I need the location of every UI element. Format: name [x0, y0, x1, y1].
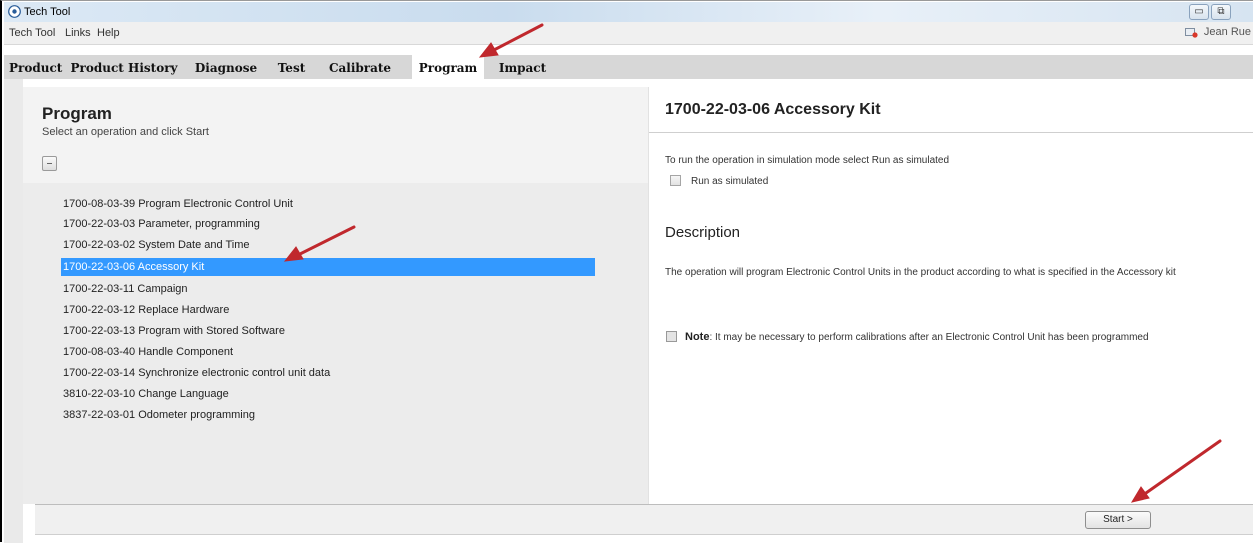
description-heading: Description — [665, 224, 741, 241]
footer-bar: Start > — [35, 504, 1253, 535]
user-area[interactable]: Jean Rue — [1184, 26, 1251, 38]
tab-product[interactable]: Product — [9, 55, 62, 79]
operation-item[interactable]: 1700-22-03-02 System Date and Time — [63, 236, 250, 254]
run-as-simulated-checkbox[interactable] — [670, 175, 681, 186]
user-name: Jean Rue — [1203, 26, 1251, 38]
operation-item[interactable]: 1700-08-03-40 Handle Component — [63, 343, 233, 361]
description-text: The operation will program Electronic Co… — [665, 267, 1176, 278]
tab-product-history[interactable]: Product History — [68, 55, 180, 79]
menu-links[interactable]: Links — [65, 27, 91, 39]
operation-item[interactable]: 1700-22-03-03 Parameter, programming — [63, 215, 260, 233]
operation-item[interactable]: 1700-22-03-11 Campaign — [63, 280, 188, 298]
tab-bar: Product Product History Diagnose Test Ca… — [4, 55, 1253, 79]
app-window: Tech Tool ▭ ⧉ Tech Tool Links Help Jean … — [0, 0, 1253, 543]
window-title: Tech Tool — [24, 6, 71, 18]
start-button[interactable]: Start > — [1085, 511, 1151, 529]
collapse-all-button[interactable] — [42, 156, 57, 171]
operation-detail-panel: 1700-22-03-06 Accessory Kit To run the o… — [649, 87, 1253, 504]
operation-item[interactable]: 3810-22-03-10 Change Language — [63, 385, 229, 403]
divider — [649, 132, 1253, 133]
operation-item[interactable]: 1700-22-03-13 Program with Stored Softwa… — [63, 322, 285, 340]
simulation-hint: To run the operation in simulation mode … — [665, 155, 950, 166]
program-subtitle: Select an operation and click Start — [42, 126, 209, 138]
note-label: Note — [685, 331, 710, 343]
operation-list: 1700-08-03-39 Program Electronic Control… — [23, 183, 648, 504]
detail-title: 1700-22-03-06 Accessory Kit — [665, 101, 881, 118]
minimize-button[interactable]: ▭ — [1189, 4, 1209, 20]
user-icon — [1184, 27, 1198, 38]
program-title: Program — [42, 104, 112, 123]
tab-test[interactable]: Test — [269, 55, 314, 79]
tab-calibrate[interactable]: Calibrate — [316, 55, 404, 79]
note: Note: It may be necessary to perform cal… — [685, 331, 1149, 343]
tab-impact[interactable]: Impact — [490, 55, 555, 79]
tab-diagnose[interactable]: Diagnose — [186, 55, 266, 79]
operation-item[interactable]: 1700-22-03-12 Replace Hardware — [63, 301, 229, 319]
operation-item[interactable]: 3837-22-03-01 Odometer programming — [63, 406, 255, 424]
restore-button[interactable]: ⧉ — [1211, 4, 1231, 20]
tab-program[interactable]: Program — [412, 55, 484, 79]
app-logo-icon — [8, 5, 21, 18]
run-as-simulated-label[interactable]: Run as simulated — [691, 176, 768, 187]
program-panel: Program Select an operation and click St… — [23, 87, 649, 504]
operation-item[interactable]: 1700-08-03-39 Program Electronic Control… — [63, 195, 293, 213]
note-text: : It may be necessary to perform calibra… — [709, 332, 1149, 343]
title-bar: Tech Tool ▭ ⧉ — [4, 2, 1253, 22]
left-gutter — [4, 79, 23, 543]
menu-tech-tool[interactable]: Tech Tool — [9, 27, 55, 39]
menu-help[interactable]: Help — [97, 27, 120, 39]
note-icon — [666, 331, 677, 342]
operation-item[interactable]: 1700-22-03-14 Synchronize electronic con… — [63, 364, 330, 382]
menu-bar: Tech Tool Links Help Jean Rue — [4, 22, 1253, 45]
operation-item-selected[interactable]: 1700-22-03-06 Accessory Kit — [61, 258, 595, 276]
